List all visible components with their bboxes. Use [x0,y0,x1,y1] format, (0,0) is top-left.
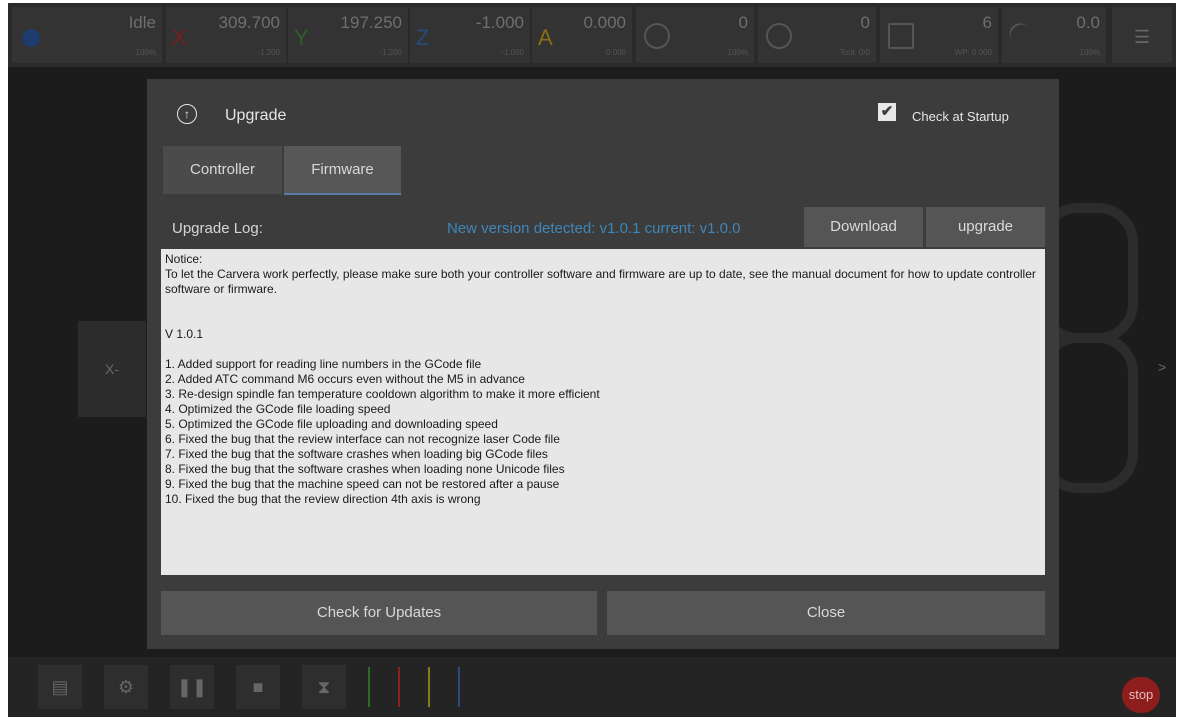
spindle-panel[interactable]: 0 Tool: 0/0 [758,7,876,63]
app-screen: Idle 100% X 309.700 -1.200 Y 197.250 -1.… [8,3,1176,717]
axis-y-value: 197.250 [340,13,402,32]
progress-line-green [368,667,370,707]
pause-button[interactable]: ❚❚ [170,665,214,709]
laser-power-icon [1004,18,1038,52]
pause-icon: ❚❚ [176,677,208,697]
upgrade-arrow-icon: ↑ [177,104,197,124]
jog-x-minus-button[interactable]: X- [78,321,146,417]
laser-panel[interactable]: 6 WP: 0.000 [880,7,998,63]
tab-controller[interactable]: Controller [163,146,282,194]
upgrade-log-label: Upgrade Log: [172,220,263,237]
axis-z-value: -1.000 [475,13,524,32]
axis-x-sub: -1.200 [257,48,280,57]
jog-x-minus-label: X- [105,361,119,377]
axis-z-sub: -1.000 [501,48,524,57]
axis-a-sub: 0.000 [605,48,626,57]
axis-y-sub: -1.200 [379,48,402,57]
stop-square-button[interactable]: ■ [236,665,280,709]
hourglass-icon: ⧗ [317,677,331,697]
dialog-title: Upgrade [225,107,287,124]
next-page-button[interactable]: > [1158,359,1166,375]
timer-button[interactable]: ⧗ [302,665,346,709]
axis-a-panel[interactable]: A 0.000 0.000 [532,7,632,63]
feed-value: 0 [738,13,748,32]
check-for-updates-button[interactable]: Check for Updates [161,591,597,635]
close-button[interactable]: Close [607,591,1045,635]
settings-button[interactable]: ⚙ [104,665,148,709]
emergency-stop-button[interactable]: stop [1122,677,1160,713]
axis-z-label: Z [416,25,430,50]
laser-icon [888,23,914,49]
menu-icon: ☰ [1134,27,1151,47]
square-icon: ■ [252,677,264,697]
gear-icon: ⚙ [117,677,135,697]
file-button[interactable]: ▤ [38,665,82,709]
check-at-startup-checkbox[interactable]: ✔ [878,103,896,121]
feed-sub: 100% [727,48,748,57]
axis-a-value: 0.000 [583,13,626,32]
tab-firmware[interactable]: Firmware [284,146,401,194]
bottom-toolbar: ▤ ⚙ ❚❚ ■ ⧗ stop [8,657,1176,717]
axis-a-label: A [538,25,553,50]
axis-z-panel[interactable]: Z -1.000 -1.000 [410,7,530,63]
check-at-startup-label[interactable]: Check at Startup [912,109,1009,124]
axis-y-label: Y [294,25,309,50]
progress-line-blue [458,667,460,707]
active-tab-indicator [284,193,401,195]
status-bar: Idle 100% X 309.700 -1.200 Y 197.250 -1.… [8,3,1176,67]
menu-button[interactable]: ☰ [1112,7,1172,63]
progress-line-red [398,667,400,707]
axis-y-panel[interactable]: Y 197.250 -1.200 [288,7,408,63]
upgrade-button[interactable]: upgrade [926,207,1045,247]
axis-x-panel[interactable]: X 309.700 -1.200 [166,7,286,63]
feed-panel[interactable]: 0 100% [636,7,754,63]
laser-sub: WP: 0.000 [954,48,992,57]
status-indicator-icon [22,29,40,47]
download-button[interactable]: Download [804,207,923,247]
machine-state-panel[interactable]: Idle 100% [12,7,162,63]
machine-state-sub: 100% [135,48,156,57]
file-icon: ▤ [51,677,69,697]
upgrade-log-textarea[interactable]: Notice: To let the Carvera work perfectl… [161,249,1045,575]
axis-x-label: X [172,25,187,50]
laser-power-panel[interactable]: 0.0 100% [1002,7,1106,63]
laser-power-sub: 100% [1079,48,1100,57]
upgrade-dialog: ↑ Upgrade ✔ Check at Startup Controller … [147,79,1059,649]
spindle-icon [766,23,792,49]
axis-x-value: 309.700 [218,13,280,32]
machine-state: Idle [128,13,156,32]
version-status-text: New version detected: v1.0.1 current: v1… [447,220,741,237]
laser-power-value: 0.0 [1076,13,1100,32]
progress-line-yellow [428,667,430,707]
upgrade-log-text: Notice: To let the Carvera work perfectl… [165,252,1036,506]
feed-icon [644,23,670,49]
spindle-sub: Tool: 0/0 [839,48,870,57]
spindle-value: 0 [860,13,870,32]
laser-value: 6 [982,13,992,32]
